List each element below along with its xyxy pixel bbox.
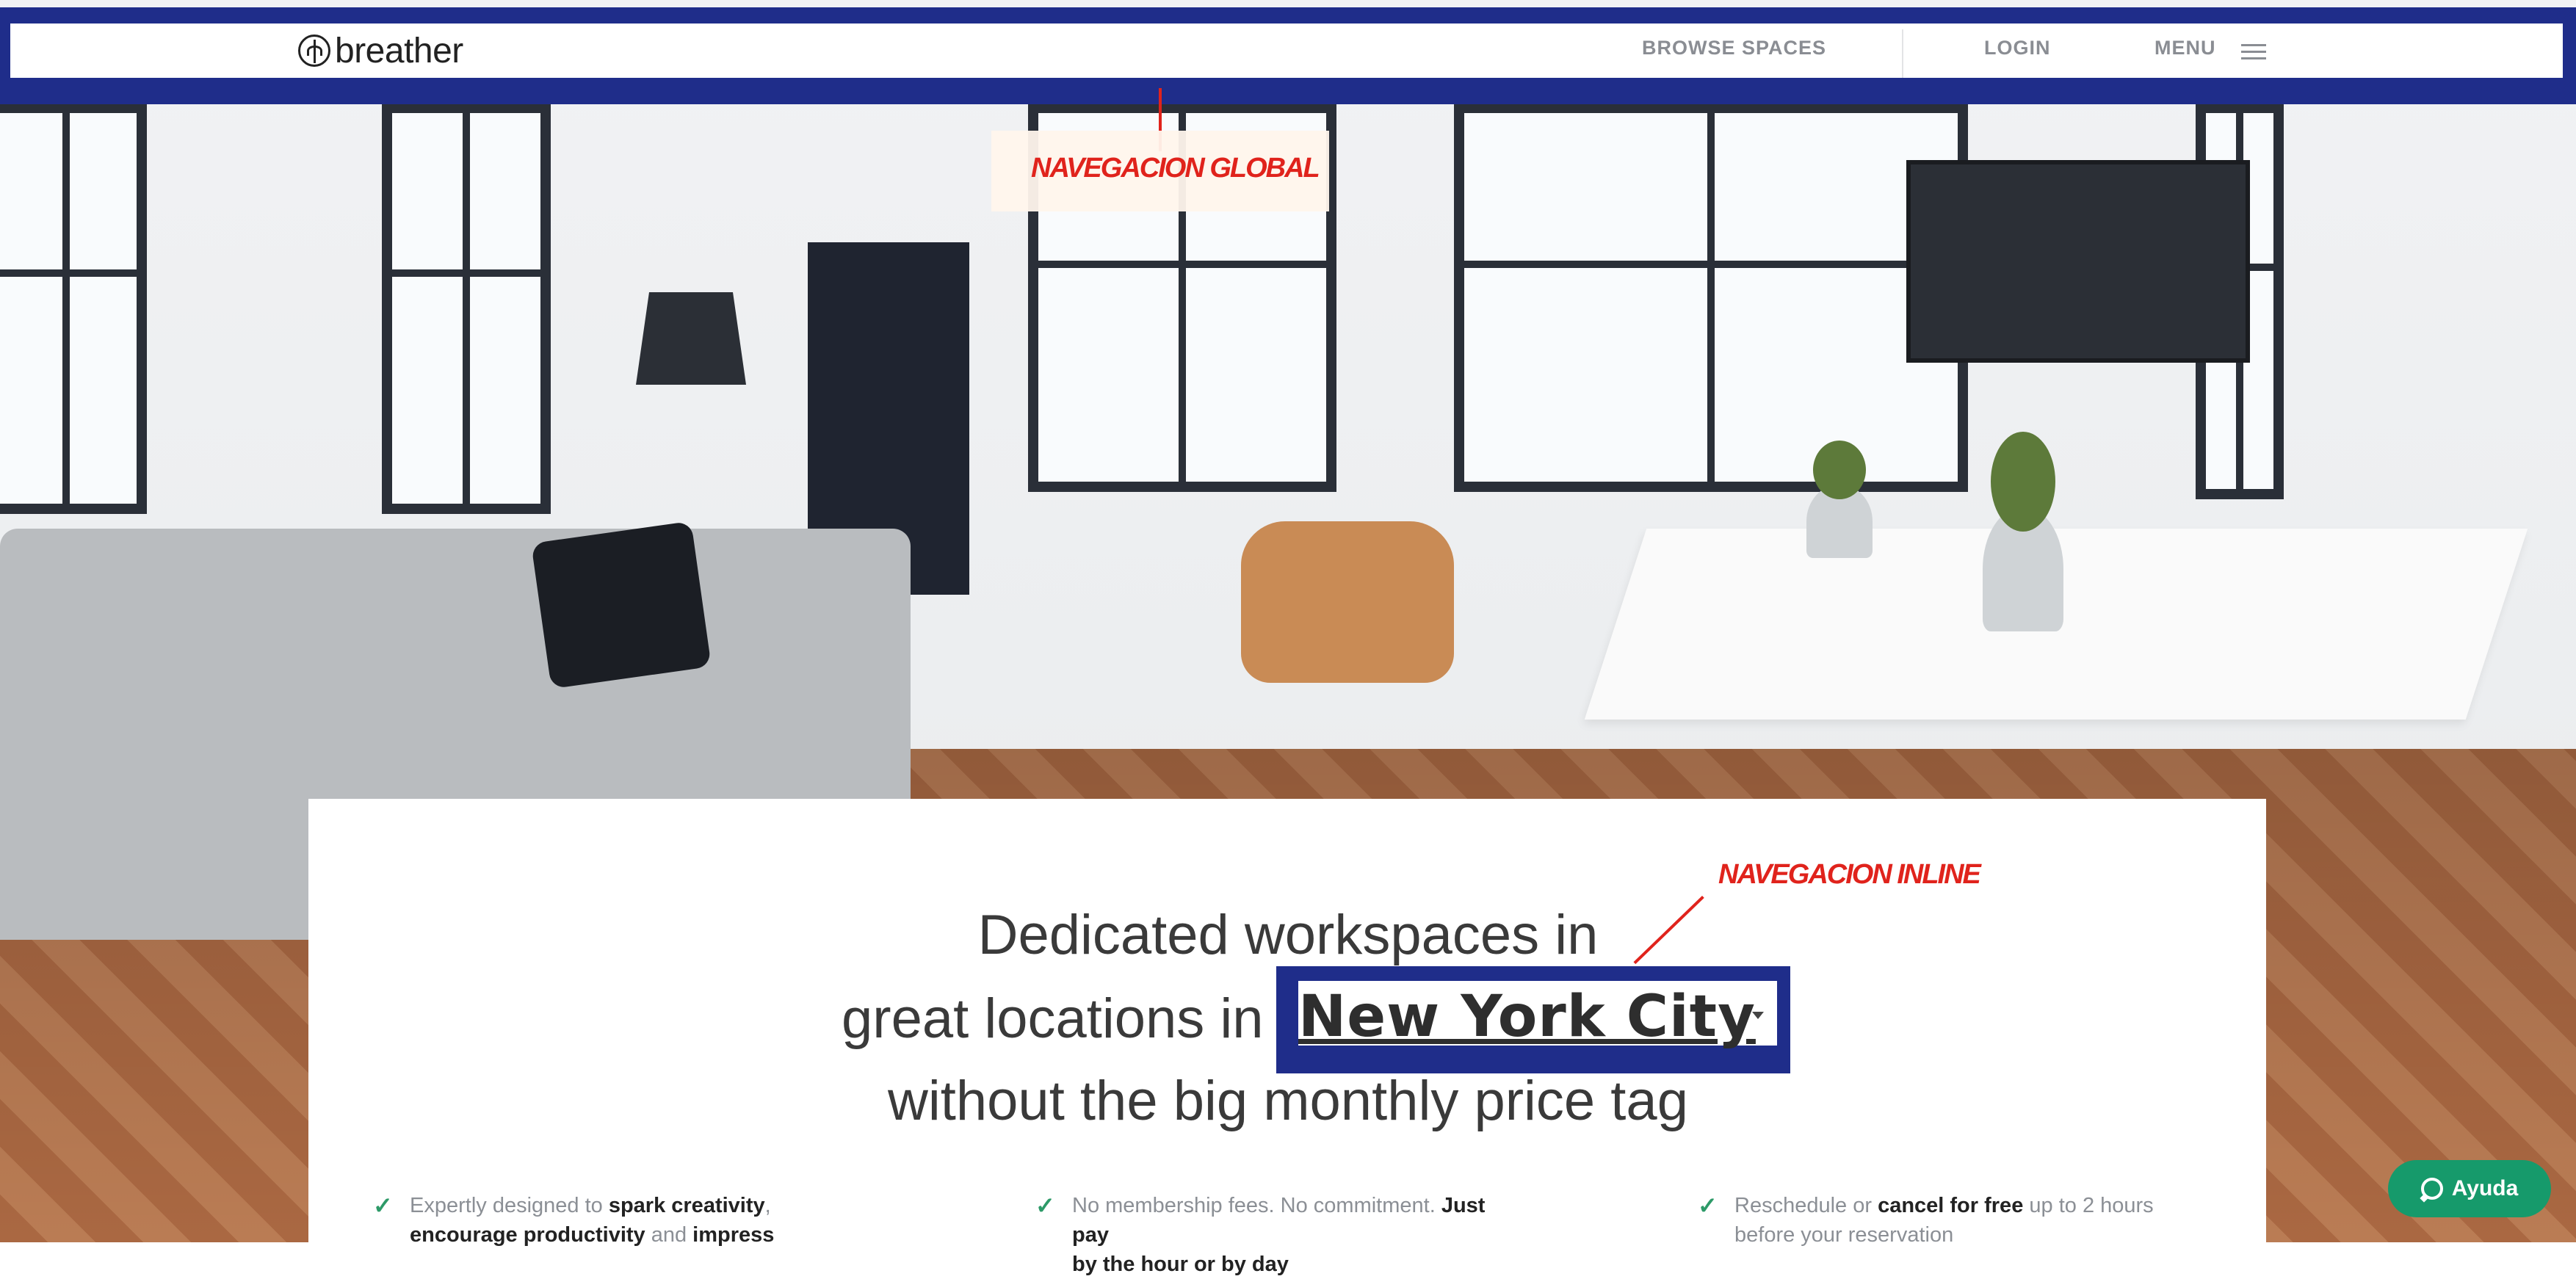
breather-leaf-icon [298,35,330,67]
nav-browse-spaces[interactable]: BROWSE SPACES [1642,37,1826,59]
chat-bubble-icon [2420,1178,2443,1200]
pillow [531,521,712,689]
window [382,103,551,514]
plant [1983,432,2063,631]
check-icon: ✓ [1035,1192,1055,1219]
brand-logo[interactable]: breather [298,31,463,70]
headline-line-2-prefix: great locations in [842,988,1264,1050]
nav-login[interactable]: LOGIN [1984,37,2051,59]
caret-down-icon[interactable] [1752,1012,1764,1019]
brand-name: breather [335,31,463,70]
chair [1241,521,1454,683]
help-chat-button[interactable]: Ayuda [2388,1160,2551,1217]
feature-item: ✓ Expertly designed to spark creativity,… [373,1192,775,1247]
feature-item: ✓ Reschedule or cancel for free up to 2 … [1698,1192,2154,1247]
headline-line-3: without the big monthly price tag [888,1070,1688,1132]
city-selector[interactable]: New York City [1298,984,1756,1050]
floor-lamp [636,292,746,385]
headline-line-1: Dedicated workspaces in [977,904,1599,966]
annotation-inline-nav: NAVEGACION INLINE [1718,859,1981,890]
annotation-global-nav: NAVEGACION GLOBAL [1031,153,1320,184]
plant [1806,441,1873,558]
hamburger-icon[interactable] [2241,44,2266,60]
help-label: Ayuda [2451,1176,2519,1200]
check-icon: ✓ [1698,1192,1718,1219]
window [1454,103,1968,492]
wall-tv [1906,160,2250,363]
nav-divider [1902,29,1903,78]
feature-item: ✓ No membership fees. No commitment. Jus… [1035,1192,1486,1276]
nav-menu-label[interactable]: MENU [2154,37,2216,59]
window [0,103,147,514]
check-icon: ✓ [373,1192,393,1219]
